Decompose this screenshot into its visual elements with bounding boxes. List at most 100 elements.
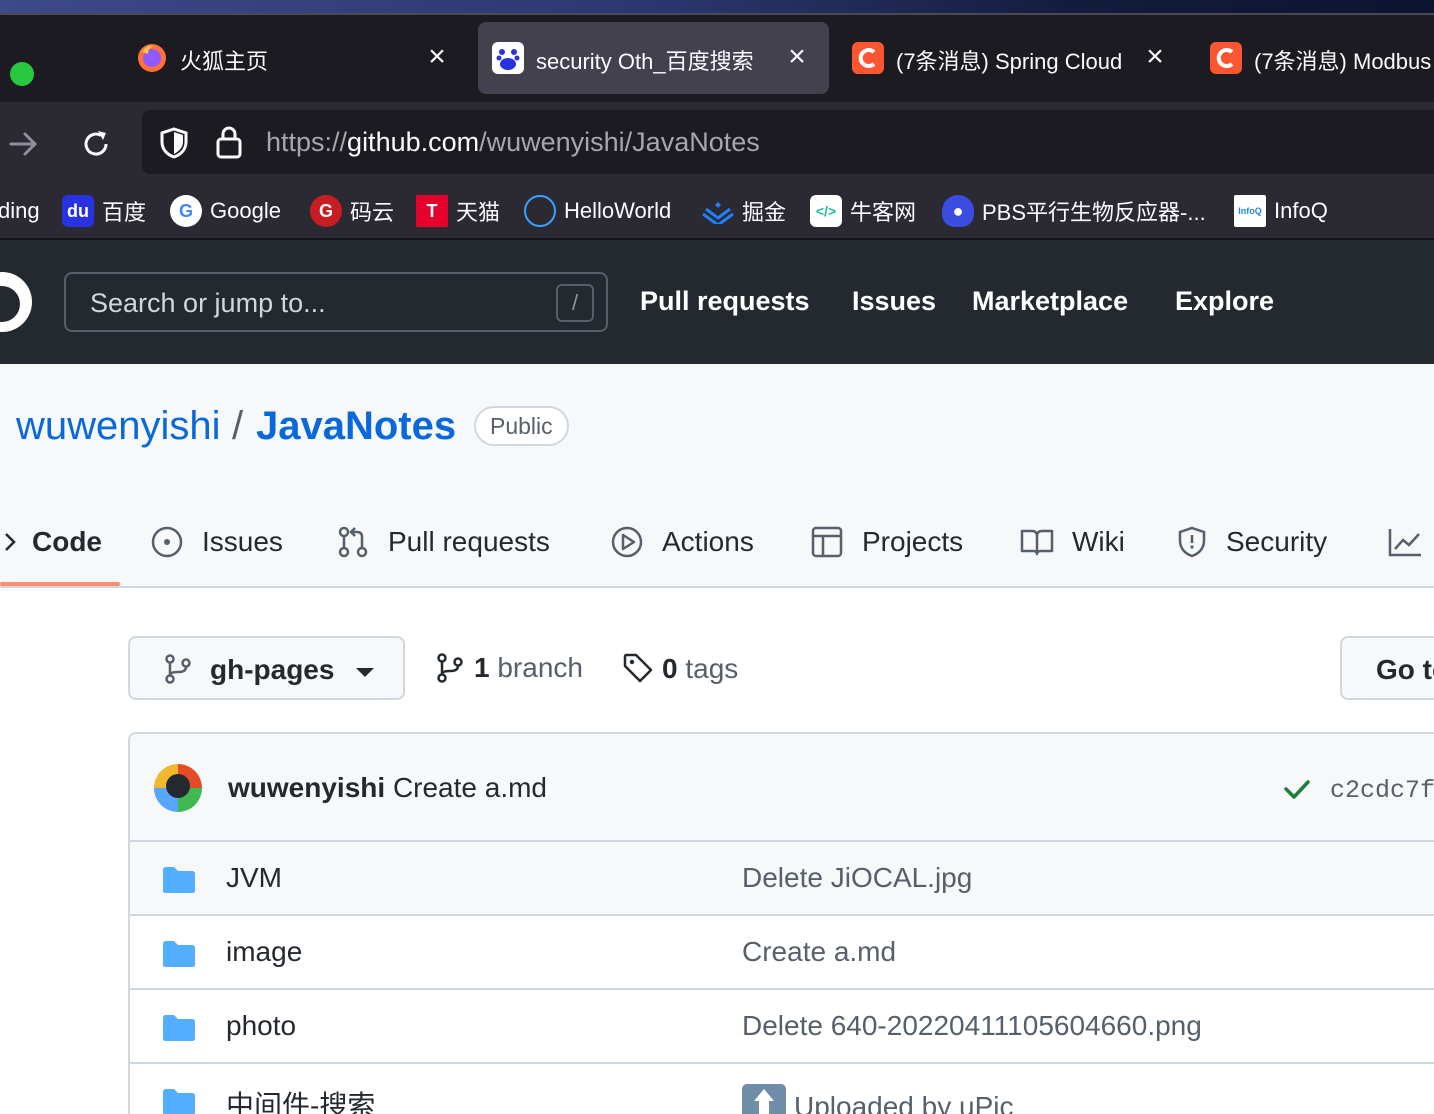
baidu-icon [492, 42, 524, 74]
tab-actions[interactable]: Actions [610, 520, 754, 564]
browser-tab-baidu-search[interactable]: security Oth_百度搜索 × [478, 22, 829, 94]
browser-tab-bar: 火狐主页 × security Oth_百度搜索 × (7条消息) Spring… [0, 16, 1434, 102]
window-zoom-button[interactable] [10, 62, 34, 86]
tracking-shield-icon[interactable] [158, 126, 190, 165]
git-branch-icon [437, 653, 463, 683]
avatar[interactable] [154, 764, 202, 812]
reload-button[interactable] [74, 122, 118, 166]
bookmark-google[interactable]: G Google [170, 194, 281, 228]
url-text[interactable]: https://github.com/wuwenyishi/JavaNotes [266, 127, 760, 158]
file-commit-message[interactable]: Delete 640-20220411105604660.png [742, 1010, 1202, 1042]
nav-marketplace[interactable]: Marketplace [972, 286, 1128, 317]
code-icon [5, 533, 16, 551]
table-row[interactable]: JVM Delete JiOCAL.jpg [130, 842, 1434, 916]
bookmark-label: InfoQ [1274, 198, 1328, 223]
chevron-down-icon [356, 668, 374, 677]
google-icon: G [170, 195, 202, 227]
bookmark-baidu[interactable]: du 百度 [62, 194, 146, 228]
table-icon [811, 526, 843, 558]
browser-tab-firefox-home[interactable]: 火狐主页 × [122, 22, 468, 94]
baidu-icon: du [62, 195, 94, 227]
tab-insights[interactable] [1388, 520, 1434, 564]
bookmark-item[interactable]: ding [0, 194, 40, 228]
search-input[interactable]: Search or jump to... / [64, 272, 608, 332]
tab-projects[interactable]: Projects [810, 520, 963, 564]
lock-icon[interactable] [214, 124, 244, 165]
repo-name-link[interactable]: JavaNotes [256, 404, 456, 449]
tag-count: 0 [662, 653, 678, 684]
table-row[interactable]: photo Delete 640-20220411105604660.png [130, 990, 1434, 1064]
file-name-link[interactable]: image [226, 936, 302, 968]
file-commit-message[interactable]: Uploaded by uPic [742, 1084, 1013, 1114]
url-host: github.com [347, 127, 480, 157]
bookmarks-toolbar: ding du 百度 G Google G 码云 T 天猫 HelloWorld… [0, 184, 1434, 240]
breadcrumb-separator: / [232, 404, 244, 448]
firefox-icon [136, 42, 168, 74]
tab-label: Wiki [1072, 526, 1125, 557]
tab-pull-requests[interactable]: Pull requests [336, 520, 550, 564]
repo-owner-link[interactable]: wuwenyishi [16, 404, 221, 449]
url-bar[interactable]: https://github.com/wuwenyishi/JavaNotes [142, 110, 1434, 174]
bookmark-juejin[interactable]: 掘金 [702, 194, 786, 228]
tab-label: Projects [862, 526, 964, 557]
tab-label: (7条消息) Modbus [1254, 49, 1432, 74]
shield-icon [1178, 526, 1206, 558]
forward-button[interactable] [2, 122, 46, 166]
tags-link[interactable]: 0 tags [622, 652, 738, 685]
file-commit-message[interactable]: Delete JiOCAL.jpg [742, 862, 972, 894]
commit-sha-link[interactable]: c2cdc7f [1330, 776, 1434, 805]
gitee-icon: G [310, 195, 342, 227]
window-top-strip [0, 0, 1434, 16]
nav-explore[interactable]: Explore [1175, 286, 1274, 317]
file-name-link[interactable]: photo [226, 1010, 296, 1042]
bookmark-infoq[interactable]: InfoQ InfoQ [1234, 194, 1328, 228]
current-branch-label: gh-pages [210, 654, 335, 685]
branches-link[interactable]: 1 branch [436, 652, 583, 684]
bookmark-tmall[interactable]: T 天猫 [416, 194, 500, 228]
tab-label: Code [32, 526, 102, 557]
tab-label: Actions [662, 526, 754, 557]
file-commit-message[interactable]: Create a.md [742, 936, 896, 968]
github-logo-icon[interactable] [0, 272, 32, 332]
tab-code[interactable]: Code [2, 520, 102, 564]
url-path: /wuwenyishi/JavaNotes [479, 127, 760, 157]
csdn-icon [852, 42, 884, 74]
browser-tab-spring-cloud[interactable]: (7条消息) Spring Cloud × [838, 22, 1184, 94]
infoq-icon: InfoQ [1234, 195, 1266, 227]
nav-pull-requests[interactable]: Pull requests [640, 286, 810, 317]
file-navigation-box: wuwenyishi Create a.md c2cdc7f JVM Delet… [128, 732, 1434, 1114]
folder-icon [163, 941, 195, 967]
check-icon[interactable] [1282, 774, 1312, 804]
file-name-link[interactable]: JVM [226, 862, 282, 894]
file-name-link[interactable]: 中间件-搜索 [226, 1084, 375, 1114]
close-icon[interactable]: × [782, 40, 812, 74]
bookmark-label: ding [0, 198, 40, 223]
commit-author-link[interactable]: wuwenyishi [228, 772, 385, 803]
tab-label: Security [1226, 526, 1328, 557]
go-to-file-button[interactable]: Go to [1340, 636, 1434, 700]
browser-tab-modbus[interactable]: (7条消息) Modbus [1196, 22, 1434, 94]
table-row[interactable]: 中间件-搜索 Uploaded by uPic [130, 1064, 1434, 1114]
tab-security[interactable]: Security [1176, 520, 1327, 564]
bookmark-gitee[interactable]: G 码云 [310, 194, 394, 228]
visibility-badge: Public [474, 406, 569, 446]
close-icon[interactable]: × [1140, 40, 1170, 74]
graph-icon [1388, 529, 1421, 557]
bookmark-label: Google [210, 198, 281, 223]
commit-message-link[interactable]: Create a.md [393, 772, 547, 803]
bookmark-helloworld[interactable]: HelloWorld [524, 194, 671, 228]
branch-select-button[interactable]: gh-pages [128, 636, 405, 700]
tab-wiki[interactable]: Wiki [1020, 520, 1125, 564]
folder-icon [163, 1089, 195, 1114]
tab-label: Issues [202, 526, 283, 557]
table-row[interactable]: image Create a.md [130, 916, 1434, 990]
nav-issues[interactable]: Issues [852, 286, 936, 317]
close-icon[interactable]: × [422, 40, 452, 74]
bookmark-label: 掘金 [742, 200, 787, 225]
bookmark-nowcoder[interactable]: </> 牛客网 [810, 194, 916, 228]
desktop-strip [0, 0, 1434, 13]
tab-issues[interactable]: Issues [150, 520, 283, 564]
globe-icon [524, 195, 556, 227]
bookmark-pbs[interactable]: ● PBS平行生物反应器-... [942, 194, 1206, 228]
tag-label: tags [685, 653, 739, 684]
